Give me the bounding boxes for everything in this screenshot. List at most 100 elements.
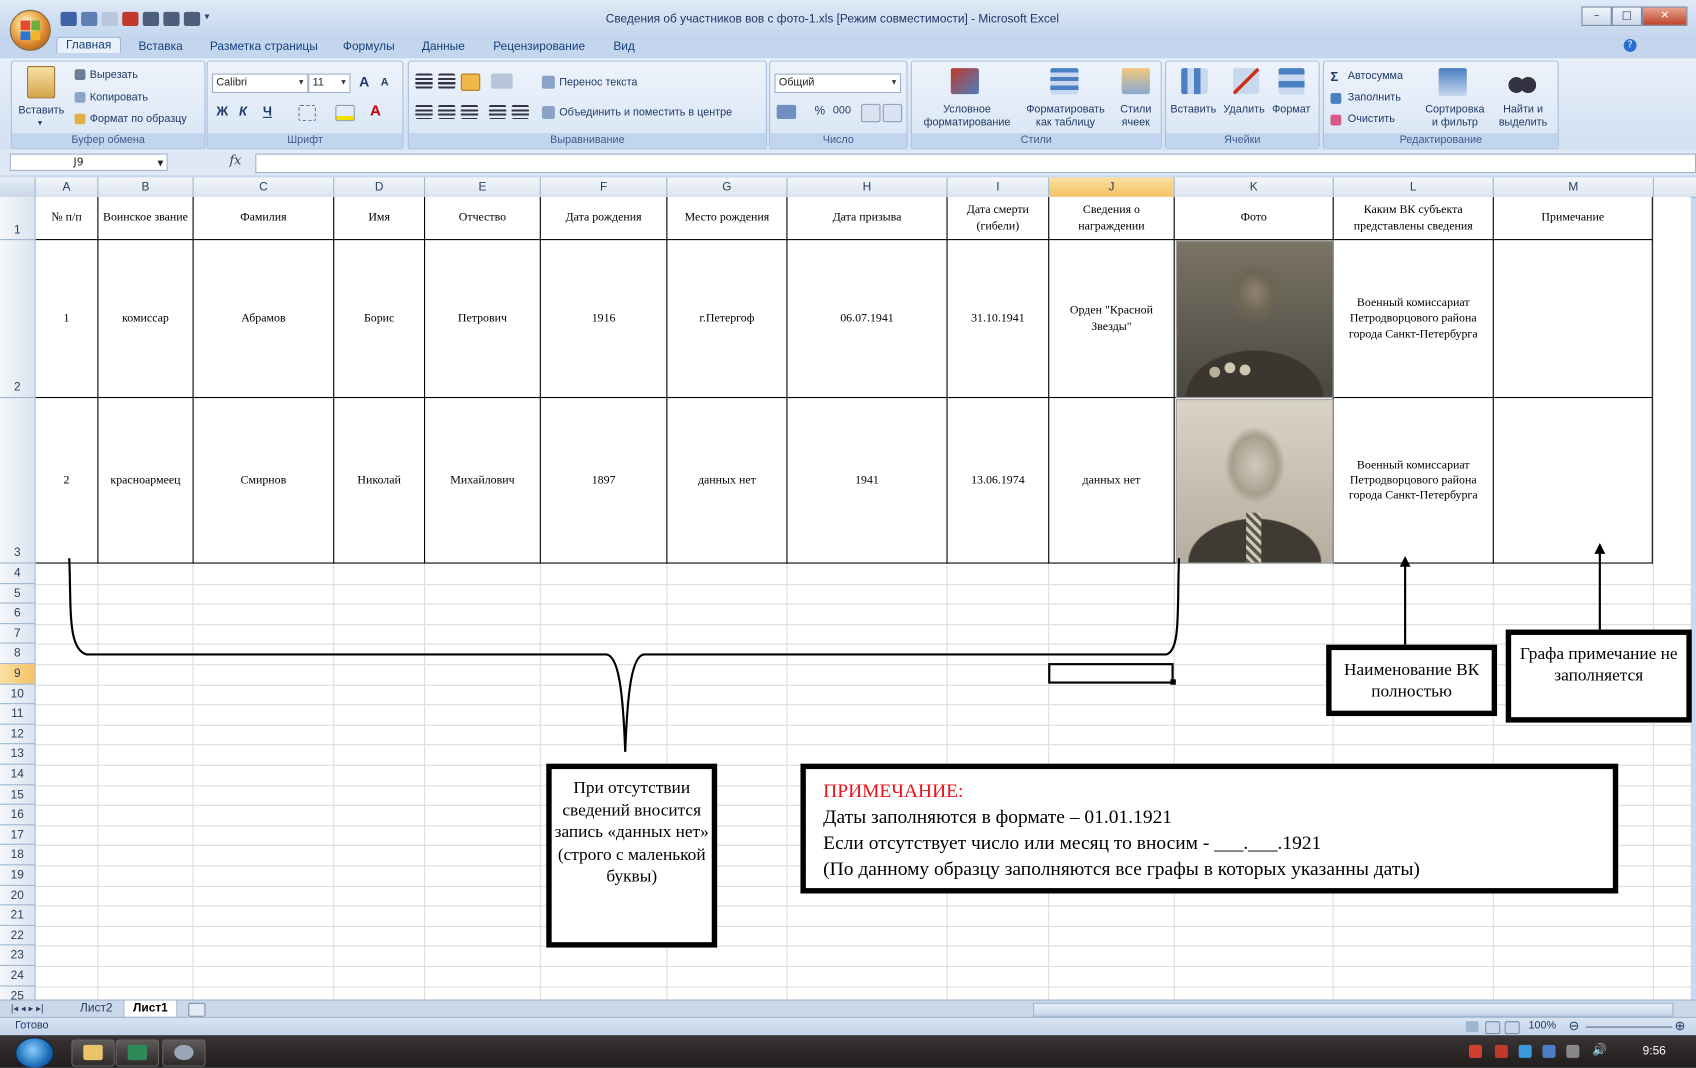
row-header[interactable]: 18 [0,845,35,866]
tab-page-layout[interactable]: Разметка страницы [210,40,318,53]
row-header[interactable]: 6 [0,604,35,624]
table-cell[interactable]: Николай [334,398,424,562]
table-header-cell[interactable]: Место рождения [667,197,786,239]
row-header[interactable]: 10 [0,684,35,705]
zoom-slider[interactable] [1585,1026,1673,1028]
table-cell[interactable]: 1 [36,240,98,397]
column-header[interactable]: M [1494,177,1654,197]
taskbar-app-button[interactable] [162,1039,206,1067]
table-header-cell[interactable]: Дата рождения [541,197,666,239]
zoom-out-button[interactable]: ⊖ [1568,1018,1579,1033]
table-cell[interactable] [1494,240,1652,397]
table-cell[interactable]: г.Петергоф [667,240,786,397]
table-header-cell[interactable]: Каким ВК субъекта представлены сведения [1334,197,1493,239]
column-header[interactable]: B [98,177,194,197]
row-header[interactable]: 12 [0,725,35,745]
cut-button[interactable]: Вырезать [90,69,138,81]
row-header[interactable]: 13 [0,745,35,765]
column-header[interactable]: H [787,177,948,197]
tray-icon[interactable] [1518,1044,1532,1058]
indent-decrease-icon[interactable] [488,104,507,119]
orientation-icon[interactable] [491,73,513,89]
row-header[interactable]: 22 [0,926,35,946]
sort-filter-button[interactable]: Сортировка и фильтр [1421,104,1488,130]
taskbar-excel-button[interactable] [115,1039,160,1067]
format-as-table-button[interactable]: Форматировать как таблицу [1020,104,1111,130]
table-cell[interactable]: Смирнов [194,398,334,562]
fill-color-icon[interactable] [335,104,355,122]
paste-button[interactable]: Вставить [18,105,64,117]
toolbar-icon[interactable] [183,11,201,26]
row-header[interactable]: 8 [0,644,35,665]
percent-button[interactable]: % [815,105,826,118]
table-cell[interactable]: Военный комиссариат Петродворцового райо… [1334,398,1493,562]
bold-button[interactable]: Ж [216,104,228,119]
row-header[interactable]: 4 [0,564,35,584]
name-box[interactable]: J9 ▼ [9,153,168,171]
column-header[interactable]: L [1334,177,1494,197]
cell-styles-button[interactable]: Стили ячеек [1113,104,1158,130]
tab-review[interactable]: Рецензирование [493,40,585,53]
row-header[interactable]: 5 [0,584,35,604]
fill-handle[interactable] [1170,679,1176,685]
row-header[interactable]: 17 [0,825,35,846]
table-cell[interactable]: 31.10.1941 [948,240,1049,397]
insert-cells-button[interactable]: Вставить [1170,104,1216,116]
chevron-down-icon[interactable]: ▾ [204,12,220,26]
undo-icon[interactable] [81,11,98,26]
horizontal-scrollbar[interactable] [1033,1002,1674,1017]
thousands-button[interactable]: 000 [833,105,851,117]
minimize-button[interactable]: – [1581,6,1612,26]
wrap-text-button[interactable]: Перенос текста [559,77,637,89]
save-icon[interactable] [60,11,77,26]
normal-view-icon[interactable] [1465,1021,1479,1032]
font-name-select[interactable]: Calibri ▼ [212,73,309,94]
page-layout-view-icon[interactable] [1485,1021,1501,1035]
sheet-tab-list2[interactable]: Лист2 [71,1001,121,1017]
insert-function-button[interactable]: fx [229,153,241,168]
tab-insert[interactable]: Вставка [138,40,182,53]
row-header[interactable]: 21 [0,906,35,926]
table-cell[interactable]: 13.06.1974 [948,398,1049,562]
page-break-view-icon[interactable] [1504,1021,1520,1035]
network-icon[interactable] [1542,1044,1556,1058]
align-middle-icon[interactable] [438,73,456,89]
table-cell[interactable]: Абрамов [194,240,334,397]
row-header[interactable]: 24 [0,966,35,987]
align-left-icon[interactable] [415,104,433,119]
toolbar-icon[interactable] [122,11,139,26]
number-format-select[interactable]: Общий ▼ [774,73,902,94]
table-cell[interactable]: 06.07.1941 [787,240,946,397]
table-cell[interactable]: Военный комиссариат Петродворцового райо… [1334,240,1493,397]
tray-icon[interactable] [1468,1044,1482,1058]
table-header-cell[interactable]: Сведения о награждении [1049,197,1173,239]
autosum-button[interactable]: Автосумма [1348,70,1403,82]
table-header-cell[interactable]: Дата призыва [787,197,946,239]
font-size-select[interactable]: 11 ▼ [308,73,351,94]
copy-button[interactable]: Копировать [90,92,148,104]
table-cell[interactable]: 1941 [787,398,946,562]
row-header[interactable]: 16 [0,805,35,826]
row-header[interactable]: 9 [0,664,35,685]
align-bottom-icon[interactable] [460,73,481,91]
row-header[interactable]: 7 [0,624,35,645]
column-header[interactable]: C [194,177,335,197]
row-header[interactable]: 20 [0,885,35,906]
format-cells-button[interactable]: Формат [1272,104,1310,116]
column-header[interactable]: D [334,177,426,197]
currency-icon[interactable] [776,104,797,119]
toolbar-icon[interactable] [163,11,180,26]
redo-icon[interactable] [101,11,118,26]
tab-view[interactable]: Вид [613,40,635,53]
table-cell[interactable]: Петрович [425,240,540,397]
table-cell[interactable]: Орден "Красной Звезды" [1049,240,1173,397]
borders-icon[interactable] [298,104,316,122]
row-header[interactable]: 11 [0,704,35,725]
tab-home[interactable]: Главная [56,36,122,54]
underline-button[interactable]: Ч [263,104,272,119]
table-header-cell[interactable]: Примечание [1494,197,1652,239]
column-header[interactable]: E [425,177,541,197]
select-all-corner[interactable] [0,177,36,197]
taskbar-explorer-button[interactable] [71,1039,115,1067]
table-cell[interactable]: 1916 [541,240,666,397]
